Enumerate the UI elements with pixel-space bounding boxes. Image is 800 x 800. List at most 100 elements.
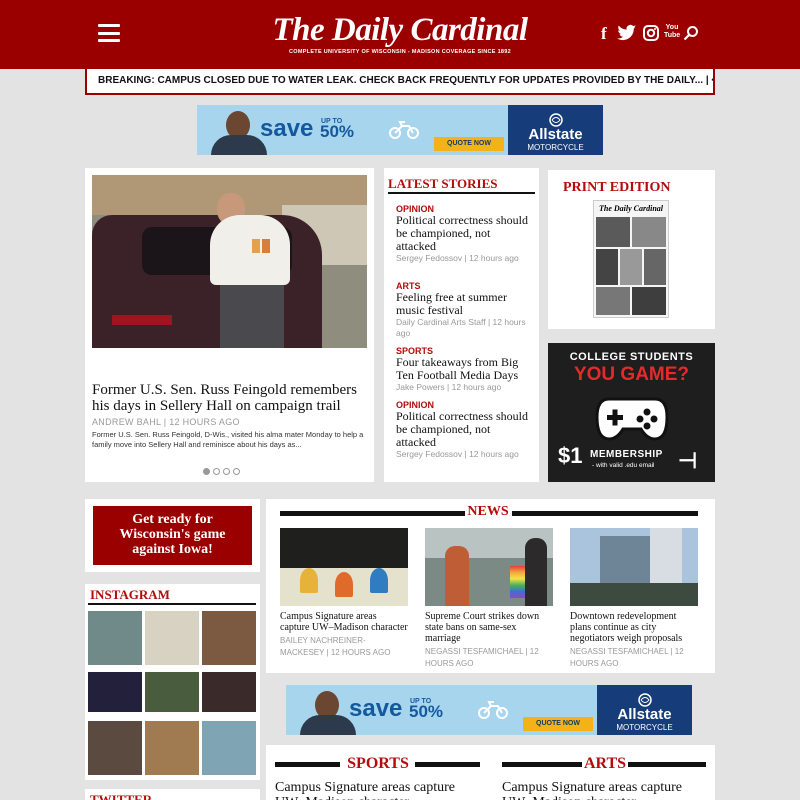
instagram-photo[interactable] [145, 672, 199, 712]
game-ad-logo-icon: ⊣ [678, 448, 698, 473]
featured-story-card[interactable]: Former U.S. Sen. Russ Feingold remembers… [85, 168, 374, 482]
story-meta: Sergey Fedossov | 12 hours ago [396, 253, 519, 263]
news-story-title[interactable]: Supreme Court strikes down state bans on… [425, 611, 553, 644]
instagram-photo[interactable] [202, 611, 256, 665]
arts-heading: ARTS [583, 755, 627, 772]
instagram-photo[interactable] [202, 672, 256, 712]
breaking-time: | < 1 minute ago [705, 75, 713, 86]
game-ad-banner[interactable]: COLLEGE STUDENTS YOU GAME? $1 MEMBERSHIP… [548, 343, 715, 482]
promo-panel: Get ready for Wisconsin's game against I… [85, 499, 260, 572]
logo-tagline: COMPLETE UNIVERSITY OF WISCONSIN - MADIS… [288, 49, 512, 55]
story-meta: Daily Cardinal Arts Staff | 12 hours ago [396, 317, 526, 338]
instagram-photo[interactable] [88, 611, 142, 665]
featured-story-meta: ANDREW BAHL | 12 HOURS AGO [92, 417, 240, 427]
twitter-panel: TWITTER [85, 789, 260, 800]
sports-story-title[interactable]: Campus Signature areas capture UW–Madiso… [275, 780, 480, 800]
story-meta: Sergey Fedossov | 12 hours ago [396, 449, 519, 459]
news-story-meta: NEGASSI TESFAMICHAEL | 12 HOURS AGO [570, 647, 684, 668]
ad-brand-block: Allstate MOTORCYCLE [597, 685, 692, 735]
news-story-title[interactable]: Downtown redevelopment plans continue as… [570, 611, 698, 644]
story-title[interactable]: Feeling free at summer music festival [396, 291, 531, 317]
heading-bar [628, 762, 706, 767]
instagram-photo[interactable] [202, 721, 256, 775]
ad-brand-name: Allstate [528, 126, 583, 143]
news-story-card[interactable]: Downtown redevelopment plans continue as… [570, 528, 698, 670]
news-story-photo[interactable] [570, 528, 698, 606]
breaking-news-bar[interactable]: BREAKING: CAMPUS CLOSED DUE TO WATER LEA… [85, 67, 715, 95]
latest-story-item[interactable]: OPINION Political correctness should be … [396, 204, 531, 264]
news-panel: NEWS Campus Signature areas capture UW–M… [266, 499, 715, 673]
story-title[interactable]: Political correctness should be champion… [396, 410, 531, 449]
heading-bar [502, 762, 582, 767]
instagram-photo[interactable] [145, 611, 199, 665]
instagram-photo[interactable] [145, 721, 199, 775]
promo-game-button[interactable]: Get ready for Wisconsin's game against I… [93, 506, 252, 565]
site-logo[interactable]: The Daily Cardinal COMPLETE UNIVERSITY O… [250, 12, 550, 55]
print-edition-panel[interactable]: PRINT EDITION The Daily Cardinal [548, 170, 715, 329]
twitter-icon[interactable] [617, 24, 637, 48]
latest-story-item[interactable]: SPORTS Four takeaways from Big Ten Footb… [396, 346, 531, 393]
motorcycle-icon [478, 699, 508, 724]
news-story-meta: BAILEY NACHREINER-MACKESEY | 12 HOURS AG… [280, 636, 391, 657]
slider-dot[interactable] [233, 468, 240, 475]
sections-panel: SPORTS Campus Signature areas capture UW… [266, 745, 715, 800]
ad-quote-button[interactable]: QUOTE NOW [434, 137, 504, 151]
slider-dot[interactable] [203, 468, 210, 475]
heading-divider [88, 603, 256, 605]
game-ad-line2: YOU GAME? [573, 364, 690, 385]
ad-percent-text: 50% [320, 122, 355, 141]
news-story-photo[interactable] [425, 528, 553, 606]
slider-dot[interactable] [213, 468, 220, 475]
motorcycle-icon [389, 119, 419, 144]
game-controller-icon [595, 395, 669, 446]
featured-story-title[interactable]: Former U.S. Sen. Russ Feingold remembers… [92, 382, 372, 414]
instagram-icon[interactable] [643, 25, 659, 47]
ad-product: MOTORCYCLE [527, 143, 584, 152]
ad-percent-text: 50% [409, 702, 444, 721]
game-ad-line1: COLLEGE STUDENTS [569, 351, 694, 363]
youtube-icon[interactable]: You Tube [664, 24, 680, 40]
latest-story-item[interactable]: ARTS Feeling free at summer music festiv… [396, 281, 531, 339]
ad-person-image [211, 109, 267, 155]
featured-story-photo[interactable] [92, 175, 367, 348]
latest-stories-panel: LATEST STORIES OPINION Political correct… [384, 168, 539, 482]
heading-bar [512, 511, 698, 516]
ad-brand-name: Allstate [617, 706, 672, 723]
news-story-card[interactable]: Campus Signature areas capture UW–Madiso… [280, 528, 408, 659]
instagram-heading: INSTAGRAM [90, 587, 170, 602]
ad-quote-button[interactable]: QUOTE NOW [523, 717, 593, 731]
top-ad-banner[interactable]: save UP TO 50% QUOTE NOW Allstate MOTORC… [197, 105, 603, 155]
print-edition-cover[interactable]: The Daily Cardinal [593, 200, 669, 318]
site-header: The Daily Cardinal COMPLETE UNIVERSITY O… [0, 0, 800, 69]
game-ad-membership: MEMBERSHIP [590, 449, 663, 460]
ad-save-text: save [260, 115, 314, 142]
news-story-title[interactable]: Campus Signature areas capture UW–Madiso… [280, 611, 408, 633]
latest-story-item[interactable]: OPINION Political correctness should be … [396, 400, 531, 460]
ad-save-text: save [349, 695, 403, 722]
story-title[interactable]: Political correctness should be champion… [396, 214, 531, 253]
sports-heading: SPORTS [347, 755, 409, 772]
news-story-card[interactable]: Supreme Court strikes down state bans on… [425, 528, 553, 670]
mid-ad-banner[interactable]: save UP TO 50% QUOTE NOW Allstate MOTORC… [286, 685, 692, 735]
story-meta: Jake Powers | 12 hours ago [396, 382, 502, 392]
heading-bar [280, 511, 465, 516]
slider-dots [203, 462, 243, 480]
facebook-icon[interactable]: f [601, 24, 607, 44]
hamburger-menu-icon[interactable] [98, 24, 120, 42]
print-edition-heading: PRINT EDITION [563, 180, 671, 195]
allstate-logo-icon [597, 693, 692, 707]
search-icon[interactable] [683, 25, 699, 47]
latest-stories-heading: LATEST STORIES [388, 176, 498, 191]
game-ad-price: $1 [558, 443, 583, 468]
breaking-text: BREAKING: CAMPUS CLOSED DUE TO WATER LEA… [98, 75, 704, 86]
news-story-photo[interactable] [280, 528, 408, 606]
instagram-photo[interactable] [88, 672, 142, 712]
slider-dot[interactable] [223, 468, 230, 475]
ad-product: MOTORCYCLE [616, 723, 673, 732]
news-story-meta: NEGASSI TESFAMICHAEL | 12 HOURS AGO [425, 647, 539, 668]
instagram-photo[interactable] [88, 721, 142, 775]
allstate-logo-icon [508, 113, 603, 127]
story-title[interactable]: Four takeaways from Big Ten Football Med… [396, 356, 531, 382]
arts-story-title[interactable]: Campus Signature areas capture UW–Madiso… [502, 780, 707, 800]
heading-divider [388, 192, 535, 194]
